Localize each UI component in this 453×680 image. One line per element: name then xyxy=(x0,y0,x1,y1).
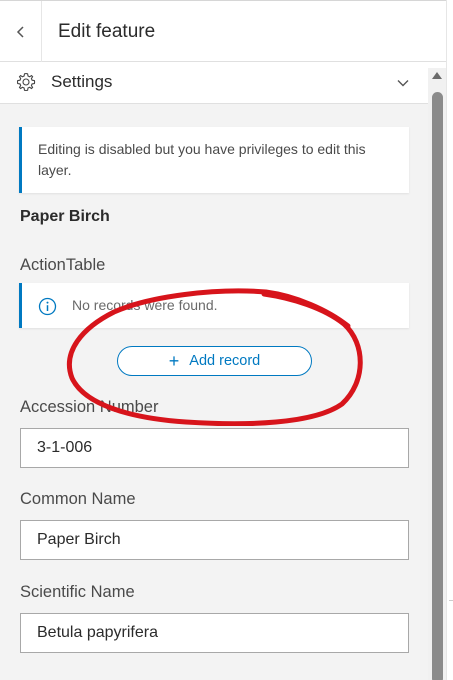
edit-feature-panel: Edit feature Settings Editing is disable… xyxy=(0,0,447,680)
scientific-name-label: Scientific Name xyxy=(20,583,135,601)
chevron-left-icon xyxy=(16,25,24,38)
no-records-text: No records were found. xyxy=(72,297,218,313)
editing-disabled-notice: Editing is disabled but you have privile… xyxy=(19,127,409,193)
vertical-scrollbar[interactable] xyxy=(428,68,446,680)
common-name-input[interactable]: Paper Birch xyxy=(20,520,409,560)
settings-section-toggle[interactable]: Settings xyxy=(0,62,446,104)
scroll-up-arrow-icon[interactable] xyxy=(432,72,442,79)
back-button[interactable] xyxy=(0,1,42,62)
scrollbar-thumb[interactable] xyxy=(432,92,443,680)
accession-number-label: Accession Number xyxy=(20,398,159,416)
chevron-down-icon xyxy=(397,80,409,87)
accession-number-input[interactable]: 3-1-006 xyxy=(20,428,409,468)
feature-title: Paper Birch xyxy=(20,208,110,225)
add-record-button[interactable]: + Add record xyxy=(117,346,312,376)
settings-label: Settings xyxy=(51,72,113,91)
next-field-label-cut-off xyxy=(20,672,410,680)
panel-title: Edit feature xyxy=(58,21,156,42)
common-name-label: Common Name xyxy=(20,490,136,508)
form-content: Editing is disabled but you have privile… xyxy=(0,104,428,680)
outer-edge xyxy=(447,0,453,680)
no-records-notice: No records were found. xyxy=(19,283,409,328)
info-icon xyxy=(38,297,57,316)
add-record-label: Add record xyxy=(189,353,261,369)
scientific-name-input[interactable]: Betula papyrifera xyxy=(20,613,409,653)
related-table-label: ActionTable xyxy=(20,256,106,274)
panel-header: Edit feature xyxy=(0,0,446,62)
gear-icon xyxy=(16,72,36,92)
plus-icon: + xyxy=(168,351,180,371)
notice-text: Editing is disabled but you have privile… xyxy=(38,141,366,178)
outer-divider xyxy=(449,600,453,601)
